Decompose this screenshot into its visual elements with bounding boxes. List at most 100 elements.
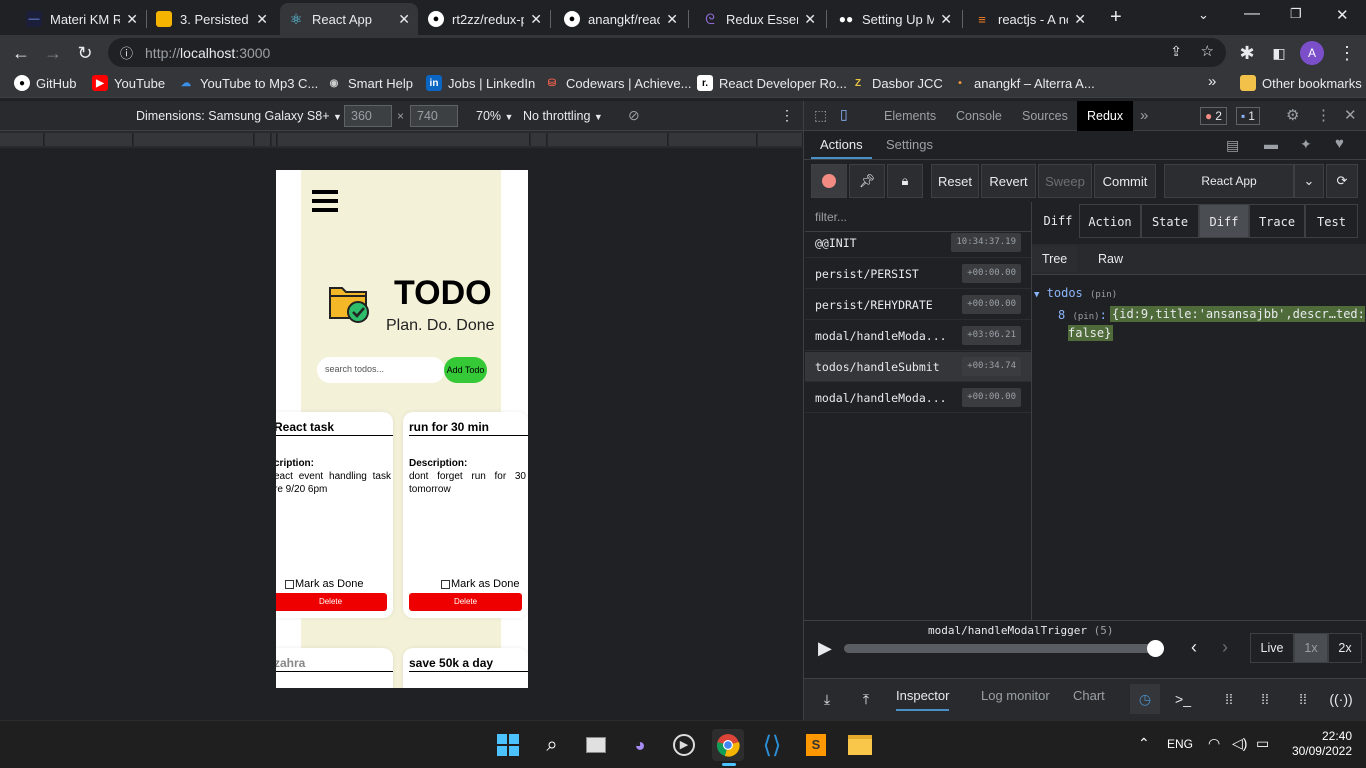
tab-search-icon[interactable]: ⌄	[1198, 7, 1209, 23]
close-icon[interactable]: ✕	[1074, 11, 1086, 28]
close-icon[interactable]: ✕	[398, 11, 410, 28]
tree-root[interactable]: ▼ todos (pin)	[1034, 286, 1117, 300]
restore-icon[interactable]: ❐	[1290, 6, 1302, 22]
bookmark-jcc[interactable]: Z Dasbor JCC	[850, 75, 943, 91]
dock-left-icon[interactable]: ⁞⁞	[1214, 684, 1244, 714]
devtools-close-icon[interactable]: ✕	[1344, 106, 1357, 124]
hamburger-menu-icon[interactable]	[312, 190, 338, 214]
tab-settings[interactable]: Settings	[884, 131, 935, 159]
twitter-icon[interactable]: ✦	[1300, 136, 1312, 153]
dock-bottom-icon[interactable]: ⁞⁞	[1288, 684, 1318, 714]
wifi-icon[interactable]: ◠	[1208, 735, 1220, 752]
inspect-element-icon[interactable]: ⬚	[814, 107, 827, 124]
clock[interactable]: 22:40 30/09/2022	[1290, 729, 1352, 759]
tab-actions[interactable]: Actions	[811, 131, 872, 159]
search-input[interactable]: search todos...	[317, 357, 445, 383]
zoom-select[interactable]: 70% ▼	[476, 109, 513, 123]
export-icon[interactable]: ⤒	[851, 684, 881, 714]
device-toggle-icon[interactable]: ▯	[840, 106, 848, 123]
error-count-badge[interactable]: ● 2	[1200, 107, 1227, 125]
file-explorer-icon[interactable]	[844, 729, 876, 761]
tab-react-app[interactable]: ⚛ React App ✕	[280, 3, 418, 35]
sweep-button[interactable]: Sweep	[1038, 164, 1092, 198]
bookmark-youtube[interactable]: ▶ YouTube	[92, 75, 165, 91]
tab-redux[interactable]: Redux	[1077, 101, 1134, 131]
device-width-input[interactable]: 360	[344, 105, 392, 127]
slider-track[interactable]	[844, 644, 1164, 653]
battery-icon[interactable]: ▭	[1256, 735, 1269, 752]
sync-icon[interactable]: ⟳	[1326, 164, 1358, 198]
revert-button[interactable]: Revert	[981, 164, 1036, 198]
tab-rt2zz[interactable]: ● rt2zz/redux-p ✕	[420, 3, 550, 35]
speed-1x[interactable]: 1x	[1294, 633, 1328, 663]
devtools-menu-icon[interactable]: ⋮	[1316, 106, 1331, 124]
rotate-disabled-icon[interactable]: ⊘	[628, 107, 640, 124]
previous-icon[interactable]: ‹	[1191, 637, 1197, 658]
tab-tree[interactable]: Tree	[1032, 246, 1078, 272]
commit-button[interactable]: Commit	[1094, 164, 1156, 198]
tab-test[interactable]: Test	[1305, 204, 1358, 238]
teams-chat-icon[interactable]: ◕	[624, 729, 656, 761]
persist-timer-icon[interactable]: ◷	[1130, 684, 1160, 714]
mark-done-checkbox[interactable]: Mark as Done	[285, 578, 363, 590]
tab-elements[interactable]: Elements	[874, 101, 946, 131]
close-icon[interactable]: ✕	[256, 11, 268, 28]
start-icon[interactable]	[492, 729, 524, 761]
address-bar[interactable]: ⓘ http://localhost:3000 ⇪ ☆	[108, 38, 1226, 67]
action-item-selected[interactable]: todos/handleSubmit +00:34.74	[805, 352, 1031, 382]
tab-redux-essentials[interactable]: ᘓ Redux Essenti ✕	[694, 3, 824, 35]
device-height-input[interactable]: 740	[410, 105, 458, 127]
close-icon[interactable]: ✕	[940, 11, 952, 28]
bookmarks-overflow[interactable]: »	[1208, 73, 1216, 90]
more-tabs-icon[interactable]: »	[1140, 107, 1148, 124]
speed-live[interactable]: Live	[1250, 633, 1294, 663]
tab-action[interactable]: Action	[1079, 204, 1141, 238]
share-icon[interactable]: ⇪	[1170, 43, 1182, 60]
new-tab-button[interactable]: +	[1110, 6, 1122, 29]
tab-materi[interactable]: — Materi KM Re ✕	[18, 3, 146, 35]
tab-sources[interactable]: Sources	[1012, 101, 1078, 131]
tab-state[interactable]: State	[1141, 204, 1199, 238]
import-icon[interactable]: ⤓	[812, 684, 842, 714]
delete-button[interactable]: Delete	[276, 593, 387, 611]
forward-icon[interactable]: →	[40, 40, 66, 66]
extensions-icon[interactable]: ✱	[1234, 40, 1260, 66]
search-icon[interactable]: ⌕	[536, 729, 568, 761]
other-bookmarks[interactable]: Other bookmarks	[1240, 75, 1362, 91]
bookmark-github[interactable]: ● GitHub	[14, 75, 76, 91]
task-view-icon[interactable]	[580, 729, 612, 761]
pin-button[interactable]: 📌︎	[849, 164, 885, 198]
dock-right-icon[interactable]: ⁞⁞	[1250, 684, 1280, 714]
docs-book-icon[interactable]: ▤	[1226, 137, 1239, 154]
bookmark-youtube-mp3[interactable]: ☁ YouTube to Mp3 C...	[178, 75, 318, 91]
bookmark-star-icon[interactable]: ☆	[1201, 42, 1214, 60]
tab-trace[interactable]: Trace	[1249, 204, 1305, 238]
chrome-icon[interactable]	[712, 729, 744, 761]
reload-icon[interactable]: ↻	[72, 40, 98, 66]
volume-icon[interactable]: ◁)	[1232, 735, 1247, 752]
slider-thumb[interactable]	[1147, 640, 1164, 657]
action-item[interactable]: persist/PERSIST +00:00.00	[805, 259, 1031, 289]
reset-button[interactable]: Reset	[931, 164, 979, 198]
tab-console[interactable]: Console	[946, 101, 1012, 131]
bookmark-codewars[interactable]: ⛁ Codewars | Achieve...	[544, 75, 692, 91]
terminal-icon[interactable]: >_	[1168, 684, 1198, 714]
add-todo-button[interactable]: Add Todo	[444, 357, 487, 383]
more-options-icon[interactable]: ⋮	[780, 107, 794, 124]
menu-icon[interactable]: ⋮	[1334, 40, 1360, 66]
close-icon[interactable]: ✕	[804, 11, 816, 28]
tab-persisted[interactable]: 3. Persisted St ✕	[148, 3, 276, 35]
heart-icon[interactable]: ♥	[1335, 135, 1344, 152]
speed-2x[interactable]: 2x	[1328, 633, 1362, 663]
tab-log-monitor[interactable]: Log monitor	[981, 688, 1050, 703]
close-icon[interactable]: ✕	[126, 11, 138, 28]
tab-diff[interactable]: Diff	[1199, 204, 1249, 238]
tab-anangkf[interactable]: ● anangkf/react ✕	[556, 3, 686, 35]
back-icon[interactable]: ←	[8, 40, 34, 66]
throttling-select[interactable]: No throttling ▼	[523, 109, 603, 123]
action-item[interactable]: modal/handleModa... +00:00.00	[805, 383, 1031, 413]
bookmark-react-roadmap[interactable]: r. React Developer Ro...	[697, 75, 847, 91]
site-info-icon[interactable]: ⓘ	[120, 43, 133, 62]
tray-overflow-icon[interactable]: ⌃	[1138, 735, 1150, 752]
feedback-chat-icon[interactable]: ▬	[1264, 136, 1278, 152]
